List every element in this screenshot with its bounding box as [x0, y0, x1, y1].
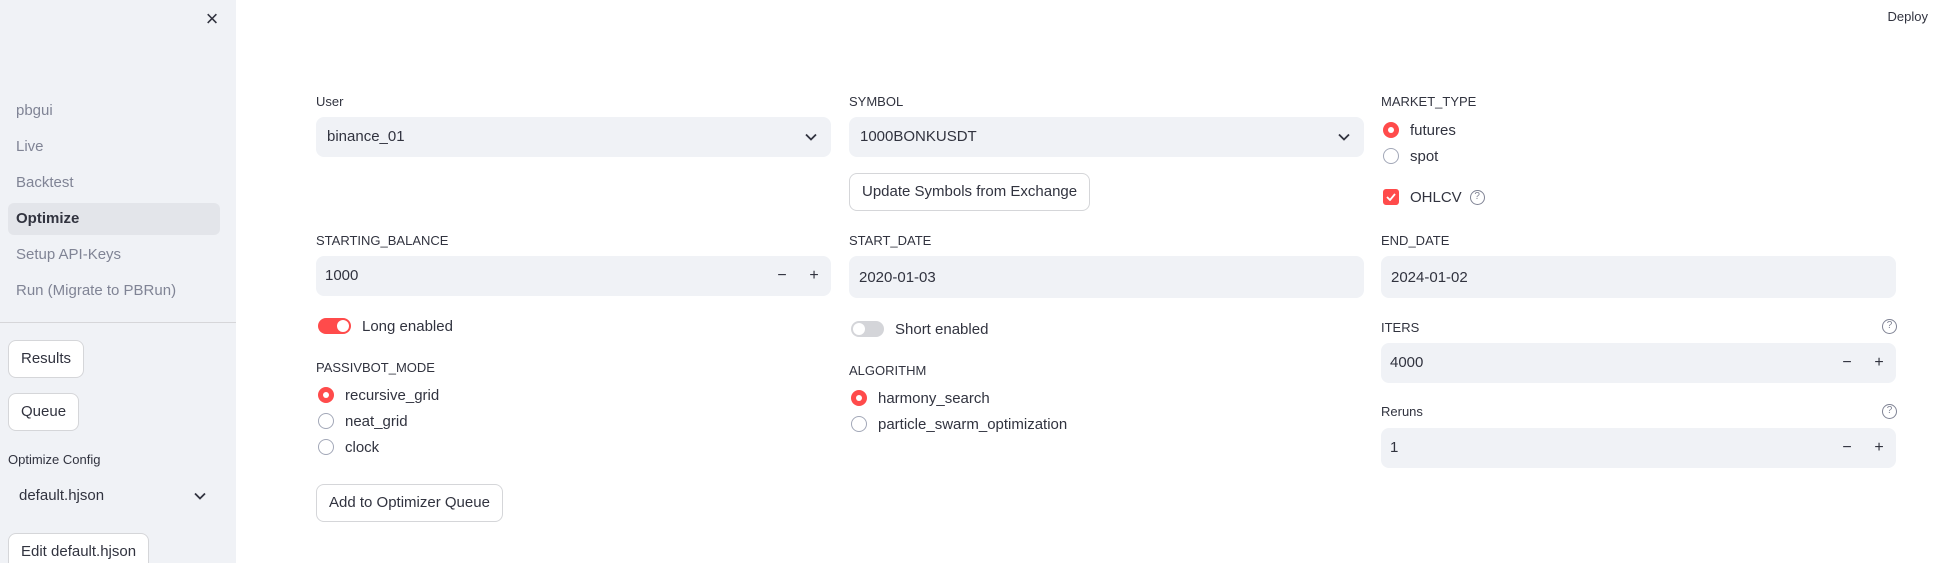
long-enabled-toggle[interactable]: Long enabled	[318, 315, 453, 337]
ohlcv-checkbox[interactable]: OHLCV ?	[1383, 186, 1485, 208]
sidebar-item-setup-api-keys[interactable]: Setup API-Keys	[8, 239, 220, 271]
decrement-button[interactable]: −	[1832, 428, 1862, 468]
radio-unselected-icon[interactable]	[851, 416, 867, 432]
radio-label: futures	[1410, 121, 1456, 139]
user-select[interactable]: binance_01	[316, 117, 831, 157]
sidebar-item-pbgui[interactable]: pbgui	[8, 95, 220, 127]
sidebar-item-run-migrate[interactable]: Run (Migrate to PBRun)	[8, 275, 220, 307]
optimize-config-value: default.hjson	[19, 487, 105, 504]
close-sidebar-icon[interactable]: ×	[202, 8, 222, 30]
market-type-label: MARKET_TYPE	[1381, 94, 1477, 109]
add-to-optimizer-queue-button[interactable]: Add to Optimizer Queue	[316, 484, 503, 522]
end-date-value: 2024-01-02	[1391, 269, 1468, 286]
sidebar-nav: pbgui Live Backtest Optimize Setup API-K…	[8, 95, 220, 311]
radio-harmony-search[interactable]: harmony_search	[851, 387, 990, 409]
radio-neat-grid[interactable]: neat_grid	[318, 410, 408, 432]
chevron-down-icon	[1338, 117, 1350, 157]
radio-label: harmony_search	[878, 389, 990, 407]
starting-balance-value: 1000	[325, 267, 359, 284]
radio-clock[interactable]: clock	[318, 436, 379, 458]
iters-input[interactable]: 4000 − +	[1381, 343, 1896, 383]
start-date-input[interactable]: 2020-01-03	[849, 256, 1364, 298]
reruns-label: Reruns	[1381, 404, 1423, 419]
radio-label: spot	[1410, 147, 1439, 165]
toggle-switch-on[interactable]	[318, 318, 351, 334]
end-date-input[interactable]: 2024-01-02	[1381, 256, 1896, 298]
check-icon[interactable]	[1383, 189, 1399, 205]
radio-particle-swarm[interactable]: particle_swarm_optimization	[851, 413, 1067, 435]
radio-label: clock	[345, 438, 380, 456]
radio-futures[interactable]: futures	[1383, 119, 1456, 141]
start-date-value: 2020-01-03	[859, 269, 936, 286]
reruns-value: 1	[1390, 439, 1399, 456]
algorithm-label: ALGORITHM	[849, 363, 927, 378]
radio-unselected-icon[interactable]	[318, 439, 334, 455]
results-button[interactable]: Results	[8, 340, 85, 378]
optimize-config-select[interactable]: default.hjson	[8, 476, 220, 516]
radio-label: particle_swarm_optimization	[878, 415, 1068, 433]
user-label: User	[316, 94, 344, 109]
short-enabled-toggle[interactable]: Short enabled	[851, 318, 988, 340]
increment-button[interactable]: +	[799, 256, 829, 296]
symbol-label: SYMBOL	[849, 94, 904, 109]
radio-selected-icon[interactable]	[318, 387, 334, 403]
chevron-down-icon	[805, 117, 817, 157]
starting-balance-input[interactable]: 1000 − +	[316, 256, 831, 296]
iters-value: 4000	[1390, 354, 1424, 371]
symbol-value: 1000BONKUSDT	[860, 128, 977, 145]
radio-selected-icon[interactable]	[851, 390, 867, 406]
chevron-down-icon	[194, 476, 206, 516]
update-symbols-button[interactable]: Update Symbols from Exchange	[849, 173, 1091, 211]
iters-label: ITERS	[1381, 320, 1420, 335]
radio-recursive-grid[interactable]: recursive_grid	[318, 384, 439, 406]
start-date-label: START_DATE	[849, 233, 932, 248]
decrement-button[interactable]: −	[767, 256, 797, 296]
decrement-button[interactable]: −	[1832, 343, 1862, 383]
end-date-label: END_DATE	[1381, 233, 1450, 248]
symbol-select[interactable]: 1000BONKUSDT	[849, 117, 1364, 157]
long-enabled-label: Long enabled	[362, 317, 453, 335]
short-enabled-label: Short enabled	[895, 320, 989, 338]
user-value: binance_01	[327, 128, 405, 145]
radio-selected-icon[interactable]	[1383, 122, 1399, 138]
help-icon[interactable]: ?	[1882, 319, 1897, 334]
deploy-button[interactable]: Deploy	[1888, 9, 1928, 24]
edit-config-button[interactable]: Edit default.hjson	[8, 533, 150, 563]
radio-unselected-icon[interactable]	[1383, 148, 1399, 164]
radio-spot[interactable]: spot	[1383, 145, 1438, 167]
toggle-switch-off[interactable]	[851, 321, 884, 337]
increment-button[interactable]: +	[1864, 428, 1894, 468]
reruns-input[interactable]: 1 − +	[1381, 428, 1896, 468]
starting-balance-label: STARTING_BALANCE	[316, 233, 449, 248]
help-icon[interactable]: ?	[1469, 189, 1485, 205]
passivbot-mode-label: PASSIVBOT_MODE	[316, 360, 435, 375]
help-icon[interactable]: ?	[1882, 404, 1897, 419]
increment-button[interactable]: +	[1864, 343, 1894, 383]
queue-button[interactable]: Queue	[8, 393, 80, 431]
radio-unselected-icon[interactable]	[318, 413, 334, 429]
radio-label: neat_grid	[345, 412, 408, 430]
sidebar-divider	[0, 322, 236, 323]
optimize-config-label: Optimize Config	[8, 452, 101, 467]
sidebar-item-live[interactable]: Live	[8, 131, 220, 163]
ohlcv-label: OHLCV	[1410, 188, 1462, 206]
sidebar-item-optimize[interactable]: Optimize	[8, 203, 220, 235]
sidebar: × pbgui Live Backtest Optimize Setup API…	[0, 0, 236, 563]
sidebar-item-backtest[interactable]: Backtest	[8, 167, 220, 199]
radio-label: recursive_grid	[345, 386, 440, 404]
